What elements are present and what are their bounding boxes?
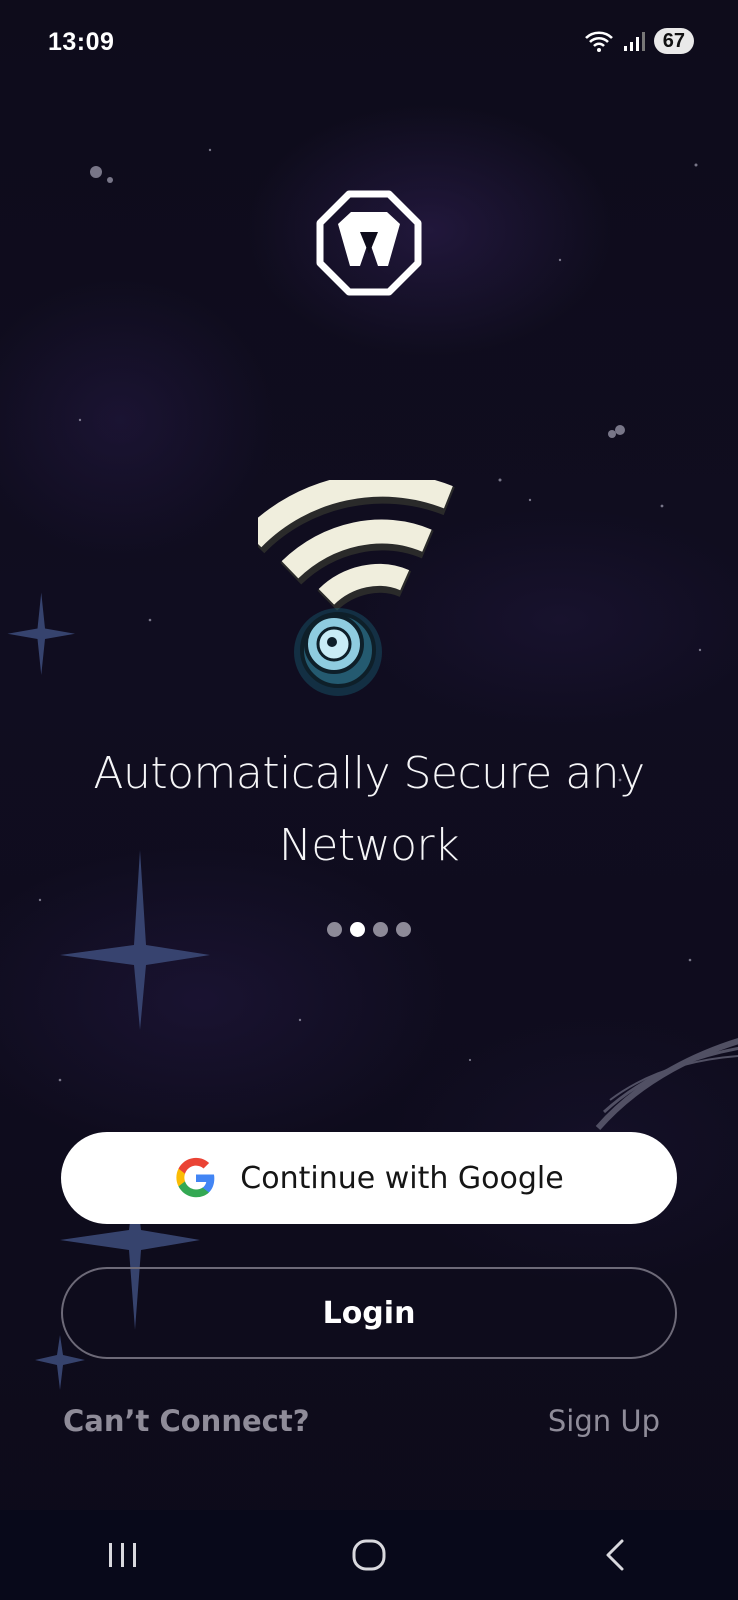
- back-button[interactable]: [555, 1520, 675, 1590]
- google-icon: [176, 1157, 215, 1198]
- onboarding-screen: 13:09 67 Automatically Secure any Networ…: [0, 0, 738, 1600]
- pager-dot[interactable]: [396, 922, 411, 937]
- cant-connect-link[interactable]: Can’t Connect?: [63, 1404, 310, 1438]
- battery-icon: 67: [653, 28, 694, 54]
- back-icon: [606, 1539, 624, 1571]
- signal-icon: [623, 32, 645, 51]
- windscribe-logo: [316, 190, 422, 296]
- secure-wifi-illustration: [258, 480, 455, 696]
- pager-dot[interactable]: [373, 922, 388, 937]
- status-icons: 67: [584, 28, 694, 54]
- pager-indicator: [0, 922, 738, 937]
- sign-up-link[interactable]: Sign Up: [548, 1404, 660, 1438]
- home-icon: [352, 1539, 386, 1571]
- pager-dot-active[interactable]: [350, 922, 365, 937]
- login-button-label: Login: [322, 1295, 416, 1331]
- recent-apps-icon: [109, 1543, 136, 1567]
- pager-dot[interactable]: [327, 922, 342, 937]
- recent-apps-button[interactable]: [63, 1520, 183, 1590]
- continue-with-google-button[interactable]: Continue with Google: [61, 1132, 677, 1224]
- status-bar: 13:09 67: [0, 0, 738, 86]
- google-button-label: Continue with Google: [240, 1160, 564, 1196]
- status-time: 13:09: [48, 28, 115, 56]
- onboarding-headline: Automatically Secure any Network: [93, 748, 645, 871]
- wifi-icon: [584, 31, 613, 52]
- system-nav-bar: [0, 1510, 738, 1600]
- home-button[interactable]: [309, 1520, 429, 1590]
- login-button[interactable]: Login: [61, 1267, 677, 1359]
